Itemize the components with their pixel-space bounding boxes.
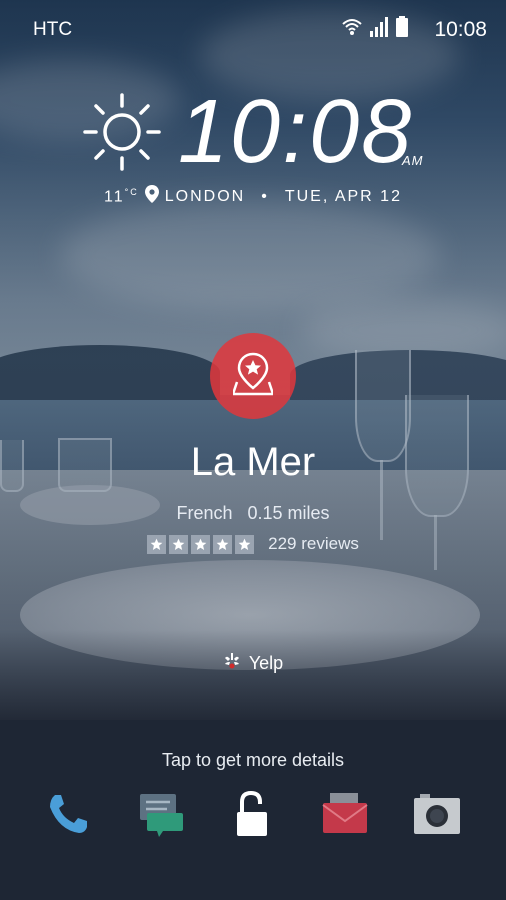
star-icon (147, 534, 167, 554)
temperature: 11°C (104, 187, 139, 206)
separator-dot: • (261, 187, 269, 205)
place-cuisine: French (176, 503, 233, 523)
lockscreen-clock: 10:08 (178, 82, 414, 182)
status-icons (342, 16, 408, 42)
source-attribution[interactable]: Yelp (0, 652, 506, 675)
star-icon (169, 534, 189, 554)
date-label: TUE, APR 12 (284, 187, 402, 205)
carrier-label: HTC (33, 19, 73, 40)
location-pin-icon (144, 185, 159, 208)
message-icon (137, 791, 185, 842)
star-icon (191, 534, 211, 554)
place-name[interactable]: La Mer (0, 440, 506, 485)
map-pin-star-icon (231, 352, 275, 401)
place-rating: 229 reviews (0, 534, 506, 554)
status-bar: HTC 10:08 (0, 0, 506, 56)
review-count: 229 reviews (268, 534, 359, 553)
location-label: LONDON (164, 187, 246, 205)
sun-icon (82, 92, 162, 172)
source-label: Yelp (248, 653, 284, 673)
tap-for-details-hint: Tap to get more details (161, 750, 345, 770)
messages-shortcut[interactable] (133, 788, 189, 844)
place-distance: 0.15 miles (247, 503, 330, 523)
temperature-value: 11 (104, 188, 125, 206)
temperature-unit: °C (124, 186, 139, 197)
camera-icon (412, 792, 462, 841)
yelp-icon (223, 652, 241, 675)
place-card-icon-button[interactable] (210, 333, 296, 419)
camera-shortcut[interactable] (409, 788, 465, 844)
star-icon (213, 534, 233, 554)
weather-location-date: 11°C LONDON • TUE, APR 12 (0, 185, 506, 208)
unlock-button[interactable] (225, 788, 281, 844)
battery-icon (396, 16, 408, 42)
mail-icon (320, 791, 370, 842)
signal-icon (370, 17, 388, 42)
star-icon (235, 534, 255, 554)
wifi-icon (342, 17, 362, 42)
lockscreen-dock (0, 788, 506, 844)
unlock-icon (233, 790, 273, 843)
status-time: 10:08 (434, 18, 487, 41)
place-meta: French 0.15 miles (0, 503, 506, 524)
mail-shortcut[interactable] (317, 788, 373, 844)
star-rating (147, 534, 255, 554)
phone-icon (45, 791, 91, 842)
phone-shortcut[interactable] (40, 788, 96, 844)
clock-ampm: AM (402, 153, 424, 168)
